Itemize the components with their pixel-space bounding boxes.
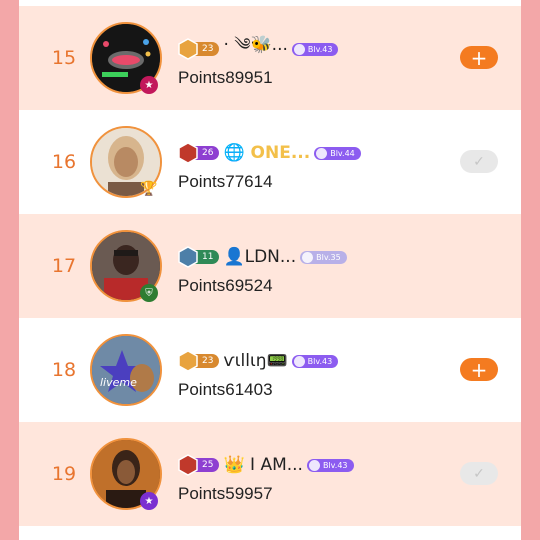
blv-value: Blv.35 (316, 252, 341, 262)
level-value: 23 (202, 44, 214, 54)
points-value: Points59957 (178, 484, 273, 503)
points-value: Points89951 (178, 68, 273, 87)
level-badge: 23 (178, 350, 220, 372)
username[interactable]: · ༄🐝... (223, 25, 287, 73)
rank-number: 15 (51, 47, 77, 69)
hexagon-icon (178, 142, 198, 164)
blv-badge: Blv.44 (314, 146, 361, 160)
hexagon-icon (178, 246, 198, 268)
blv-value: Blv.44 (330, 148, 355, 158)
list-item[interactable]: 17 ⛨ 11 👤LDN... Blv.35 Points69524 (19, 214, 521, 318)
blv-badge: Blv.35 (300, 250, 347, 264)
level-badge: 25 (178, 454, 220, 476)
list-item[interactable]: 19 ★ 25 👑 I AM... Blv.43 Points59957 ✓ (19, 422, 521, 526)
points-value: Points77614 (178, 172, 273, 191)
hexagon-icon (178, 38, 198, 60)
rank-number: 19 (51, 463, 77, 485)
list-item[interactable]: 18 liveme 23 ѵιllιŋ📟 Blv.43 Points61403 … (19, 318, 521, 422)
blv-value: Blv.43 (307, 356, 333, 366)
level-badge: 23 (178, 38, 220, 60)
level-badge-icon: ★ (140, 76, 158, 94)
list-item[interactable]: 15 ★ 23 · ༄🐝... Blv.43 Points89951 + (19, 6, 521, 110)
svg-text:liveme: liveme (100, 376, 137, 389)
blv-value: Blv.43 (322, 460, 348, 470)
username[interactable]: 👤LDN... (223, 247, 296, 267)
points-value: Points61403 (178, 380, 273, 399)
hexagon-icon (178, 350, 198, 372)
username[interactable]: 🌐 ONE... (223, 143, 310, 163)
blv-icon (316, 147, 328, 159)
blv-icon (293, 43, 305, 55)
avatar[interactable]: liveme (90, 334, 162, 406)
username[interactable]: 👑 I AM... (223, 455, 303, 475)
star-icon: ★ (140, 492, 158, 510)
points-value: Points69524 (178, 276, 273, 295)
blv-badge: Blv.43 (306, 458, 354, 472)
followed-button[interactable]: ✓ (460, 462, 498, 485)
add-button[interactable]: + (460, 358, 498, 381)
hexagon-icon (178, 454, 198, 476)
level-value: 23 (202, 356, 214, 366)
add-button[interactable]: + (460, 46, 498, 69)
blv-icon (308, 459, 320, 471)
blv-icon (293, 355, 305, 367)
rank-number: 17 (51, 255, 77, 277)
username[interactable]: ѵιllιŋ📟 (223, 351, 287, 371)
level-badge: 11 (178, 246, 220, 268)
blv-value: Blv.43 (307, 44, 333, 54)
followed-button[interactable]: ✓ (460, 150, 498, 173)
ranking-list: 15 ★ 23 · ༄🐝... Blv.43 Points89951 + 16 … (19, 0, 521, 540)
blv-badge: Blv.43 (291, 42, 339, 56)
level-value: 25 (202, 460, 214, 470)
shield-icon: ⛨ (140, 284, 158, 302)
level-value: 11 (202, 252, 214, 262)
blv-badge: Blv.43 (291, 354, 339, 368)
rank-number: 16 (51, 151, 77, 173)
level-badge: 26 (178, 142, 220, 164)
rank-number: 18 (51, 359, 77, 381)
trophy-icon: 🏆 (140, 181, 158, 197)
list-item[interactable]: 16 🏆 26 🌐 ONE... Blv.44 Points77614 ✓ (19, 110, 521, 214)
level-value: 26 (202, 148, 214, 158)
avatar-image: liveme (92, 336, 160, 404)
blv-icon (302, 251, 314, 263)
